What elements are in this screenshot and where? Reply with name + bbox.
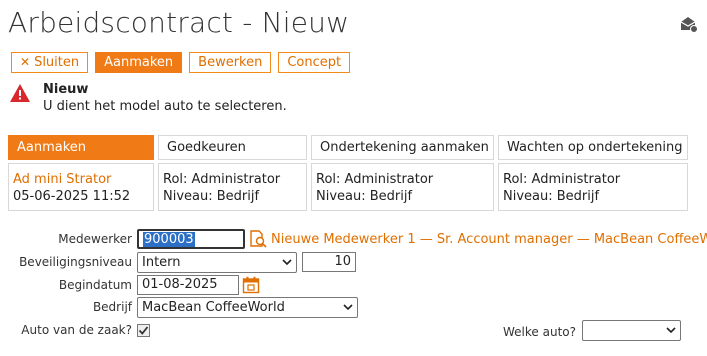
step-detail: Ad mini Strator 05-06-2025 11:52 — [8, 163, 154, 211]
security-level-number[interactable]: 10 — [302, 252, 356, 272]
security-level-label: Beveiligingsniveau — [19, 255, 132, 269]
checkmark-icon — [138, 325, 149, 335]
close-button[interactable]: ✕ Sluiten — [11, 52, 89, 73]
page-title: Arbeidscontract - Nieuw — [8, 6, 350, 39]
toolbar: ✕ Sluiten Aanmaken Bewerken Concept — [11, 52, 351, 73]
alert-text: U dient het model auto te selecteren. — [43, 99, 287, 114]
step-detail: Rol: Administrator Niveau: Bedrijf — [498, 163, 688, 211]
timestamp: 05-06-2025 11:52 — [13, 189, 131, 204]
create-button[interactable]: Aanmaken — [95, 52, 183, 73]
role-text: Rol: Administrator — [163, 172, 281, 187]
company-label: Bedrijf — [92, 300, 132, 314]
chevron-down-icon — [666, 327, 676, 333]
start-date-label: Begindatum — [58, 278, 132, 292]
level-text: Niveau: Bedrijf — [163, 189, 260, 204]
company-car-checkbox[interactable] — [137, 323, 150, 337]
edit-button[interactable]: Bewerken — [189, 52, 272, 73]
user-link[interactable]: Ad mini Strator — [13, 171, 153, 188]
step-approve[interactable]: Goedkeuren — [158, 135, 307, 160]
step-detail: Rol: Administrator Niveau: Bedrijf — [311, 163, 494, 211]
which-car-label: Welke auto? — [503, 324, 576, 339]
step-await-signing[interactable]: Wachten op ondertekening — [498, 135, 688, 160]
alert-message: Nieuw U dient het model auto te selecter… — [9, 82, 287, 114]
employee-label: Medewerker — [58, 232, 132, 246]
start-date-input[interactable]: 01-08-2025 — [137, 275, 239, 295]
lookup-icon[interactable] — [248, 229, 268, 249]
level-text: Niveau: Bedrijf — [316, 189, 413, 204]
security-level-select[interactable]: Intern — [137, 251, 297, 273]
chevron-down-icon — [282, 259, 292, 265]
calendar-icon[interactable] — [242, 276, 260, 294]
step-create[interactable]: Aanmaken — [8, 135, 154, 160]
step-create-signing[interactable]: Ondertekening aanmaken — [311, 135, 494, 160]
employee-link[interactable]: Nieuwe Medewerker 1 — Sr. Account manage… — [271, 232, 707, 247]
which-car-select[interactable] — [582, 319, 681, 341]
level-text: Niveau: Bedrijf — [503, 189, 600, 204]
envelope-settings-icon[interactable] — [679, 14, 699, 34]
chevron-down-icon — [343, 304, 353, 310]
step-detail: Rol: Administrator Niveau: Bedrijf — [158, 163, 307, 211]
alert-title: Nieuw — [43, 82, 89, 97]
close-icon: ✕ — [20, 55, 31, 69]
role-text: Rol: Administrator — [316, 172, 434, 187]
role-text: Rol: Administrator — [503, 172, 621, 187]
company-car-label: Auto van de zaak? — [21, 323, 132, 337]
employee-input[interactable]: 900003 — [137, 229, 245, 249]
warning-icon — [10, 84, 30, 102]
workflow-steps: Aanmaken Goedkeuren Ondertekening aanmak… — [8, 135, 688, 211]
draft-button[interactable]: Concept — [278, 52, 351, 73]
company-select[interactable]: MacBean CoffeeWorld — [137, 296, 358, 318]
